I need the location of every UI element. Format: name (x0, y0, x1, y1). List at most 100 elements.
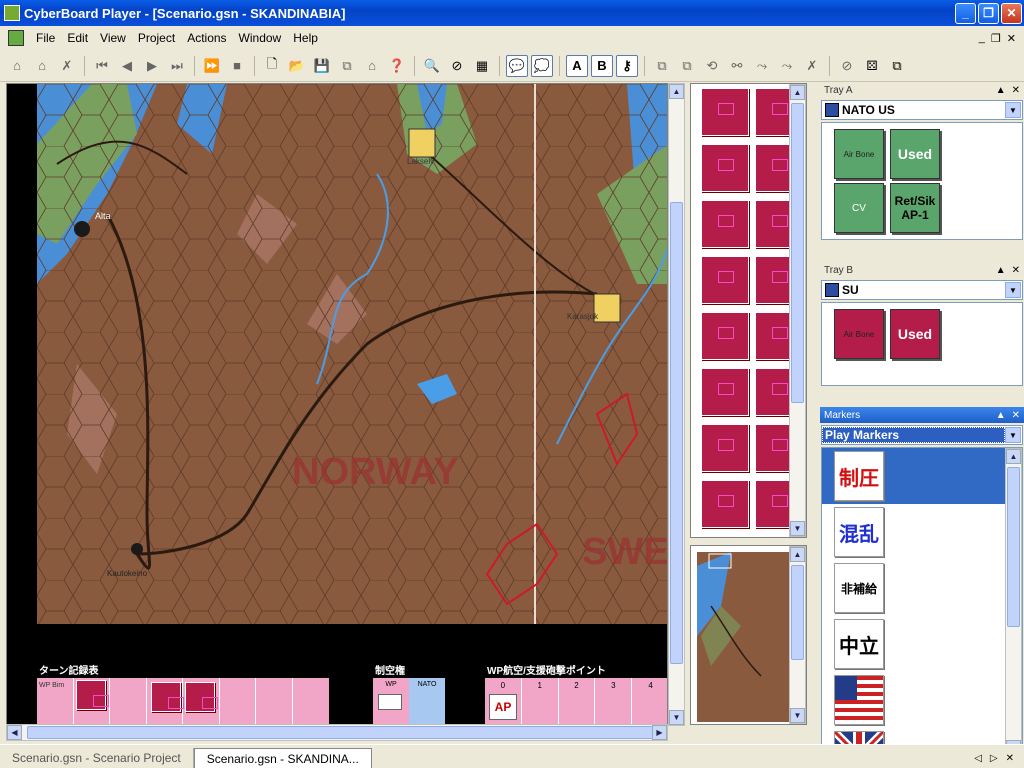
unit-counter[interactable] (701, 144, 749, 192)
marker-suppressed[interactable]: 制圧 (834, 451, 884, 501)
prev-move-icon[interactable]: ◀ (116, 55, 138, 77)
wp-air-points-track[interactable]: 0 AP 1 2 3 4 (485, 678, 667, 724)
zoom-in-icon[interactable]: 🔍 (421, 55, 443, 77)
collapse-icon[interactable]: ▲ (996, 410, 1006, 421)
tab-prev-icon[interactable]: ◁ (974, 753, 982, 764)
unit-counter[interactable] (185, 682, 218, 712)
tray-b-counters[interactable]: Air Bone Used (821, 302, 1023, 386)
scroll-up-button[interactable]: ▲ (790, 547, 805, 562)
save-icon[interactable]: 💾 (311, 55, 333, 77)
plot-icon[interactable]: ⤳ (751, 55, 773, 77)
dice-icon[interactable]: ⚄ (861, 55, 883, 77)
mini-map-view[interactable]: ▲ ▼ (690, 545, 807, 725)
unit-counter[interactable] (150, 682, 184, 712)
us-flag-icon[interactable] (834, 675, 884, 725)
marker-row[interactable]: 中立 (822, 616, 1007, 672)
fast-forward-icon[interactable]: ⏩ (201, 55, 223, 77)
scroll-thumb[interactable] (791, 103, 804, 403)
scroll-thumb[interactable] (670, 202, 683, 664)
counter-air-bone[interactable]: Air Bone (834, 309, 884, 359)
doc-close-button[interactable]: ✕ (1007, 32, 1016, 45)
collapse-icon[interactable]: ▲ (996, 265, 1006, 276)
scroll-down-button[interactable]: ▼ (669, 710, 684, 725)
menu-file[interactable]: File (30, 31, 61, 45)
close-icon[interactable]: ✕ (1012, 85, 1020, 96)
windows-icon[interactable]: ⧉ (886, 55, 908, 77)
turn-record-track[interactable]: WP Bim (37, 678, 329, 724)
scroll-down-button[interactable]: ▼ (790, 708, 805, 723)
unit-counter[interactable] (701, 200, 749, 248)
chevron-down-icon[interactable]: ▼ (1005, 102, 1021, 118)
tab-next-icon[interactable]: ▷ (990, 753, 998, 764)
menu-view[interactable]: View (94, 31, 132, 45)
marker-neutral[interactable]: 中立 (834, 619, 884, 669)
scroll-thumb[interactable] (27, 726, 667, 739)
ap-marker[interactable]: AP (489, 694, 517, 720)
menu-actions[interactable]: Actions (181, 31, 232, 45)
menu-window[interactable]: Window (233, 31, 288, 45)
move-icon[interactable]: ⌂ (6, 55, 28, 77)
key-icon[interactable]: ⚷ (616, 54, 638, 77)
zoom-toggle-icon[interactable]: ⊘ (446, 55, 468, 77)
markers-select[interactable]: Play Markers ▼ (821, 425, 1023, 445)
menu-project[interactable]: Project (132, 31, 181, 45)
link-icon[interactable]: ⚯ (726, 55, 748, 77)
new-icon[interactable]: 🗋 (261, 55, 283, 77)
collapse-icon[interactable]: ▲ (996, 85, 1006, 96)
markers-scrollbar[interactable]: ▲ ▼ (1005, 448, 1022, 756)
marker-row[interactable] (822, 672, 1007, 728)
marker-disrupted[interactable]: 混乱 (834, 507, 884, 557)
text-b-button[interactable]: B (591, 54, 613, 77)
tray-a-select[interactable]: NATO US ▼ (821, 100, 1023, 120)
close-icon[interactable]: ✕ (1012, 410, 1020, 421)
air-superiority-track[interactable]: WP NATO (373, 678, 445, 724)
document-icon[interactable] (8, 30, 24, 46)
tray-scrollbar[interactable]: ▲ ▼ (789, 84, 806, 537)
hide-icon[interactable]: ⊘ (836, 55, 858, 77)
menu-help[interactable]: Help (287, 31, 324, 45)
layer-icon[interactable]: ⧉ (651, 55, 673, 77)
plot-alt-icon[interactable]: ⤳ (776, 55, 798, 77)
rotate-icon[interactable]: ⟲ (701, 55, 723, 77)
first-move-icon[interactable]: ⏮ (91, 55, 113, 77)
scroll-up-button[interactable]: ▲ (790, 85, 805, 100)
air-marker[interactable] (378, 694, 402, 710)
scroll-up-button[interactable]: ▲ (1006, 449, 1021, 464)
marker-row[interactable]: 非補給 (822, 560, 1007, 616)
marker-row[interactable]: 混乱 (822, 504, 1007, 560)
grid-icon[interactable]: ▦ (471, 55, 493, 77)
unit-counter[interactable] (701, 424, 749, 472)
unit-counter[interactable] (701, 480, 749, 528)
map-view[interactable]: NORWAY SWE Alta Lakselv Karasjok Kautoke… (6, 83, 668, 726)
copy-icon[interactable]: ⧉ (336, 55, 358, 77)
print-icon[interactable]: ⌂ (361, 55, 383, 77)
marker-unsupplied[interactable]: 非補給 (834, 563, 884, 613)
maximize-button[interactable]: ❐ (978, 2, 999, 24)
tray-b-select[interactable]: SU ▼ (821, 280, 1023, 300)
doc-minimize-button[interactable]: _ (979, 32, 985, 45)
marker-list[interactable]: 制圧 混乱 非補給 中立 ▲ (821, 447, 1023, 757)
scroll-down-button[interactable]: ▼ (790, 521, 805, 536)
minimize-button[interactable]: _ (955, 2, 976, 24)
tab-scenario-project[interactable]: Scenario.gsn - Scenario Project (0, 748, 194, 768)
close-button[interactable]: ✕ (1001, 2, 1022, 24)
speech-bubble-alt-icon[interactable]: 💭 (531, 54, 553, 77)
minimap-vertical-scrollbar[interactable]: ▲ ▼ (789, 546, 806, 724)
map-vertical-scrollbar[interactable]: ▲ ▼ (668, 83, 685, 726)
marker-row[interactable]: 制圧 (822, 448, 1007, 504)
tab-close-icon[interactable]: ✕ (1006, 753, 1014, 764)
chevron-down-icon[interactable]: ▼ (1005, 282, 1021, 298)
plot-clear-icon[interactable]: ✗ (801, 55, 823, 77)
scroll-thumb[interactable] (791, 565, 804, 660)
counter-tray-view[interactable]: ▲ ▼ (690, 83, 807, 538)
scroll-left-button[interactable]: ◀ (7, 725, 22, 740)
scroll-thumb[interactable] (1007, 467, 1020, 627)
speech-bubble-icon[interactable]: 💬 (506, 54, 528, 77)
map-horizontal-scrollbar[interactable]: ◀ ▶ (6, 724, 668, 741)
unit-counter[interactable] (701, 312, 749, 360)
counter-used[interactable]: Used (890, 129, 940, 179)
stack-icon[interactable]: ⧉ (676, 55, 698, 77)
delete-icon[interactable]: ✗ (56, 55, 78, 77)
text-a-button[interactable]: A (566, 54, 588, 77)
tab-scenario-map[interactable]: Scenario.gsn - SKANDINA... (193, 748, 372, 768)
